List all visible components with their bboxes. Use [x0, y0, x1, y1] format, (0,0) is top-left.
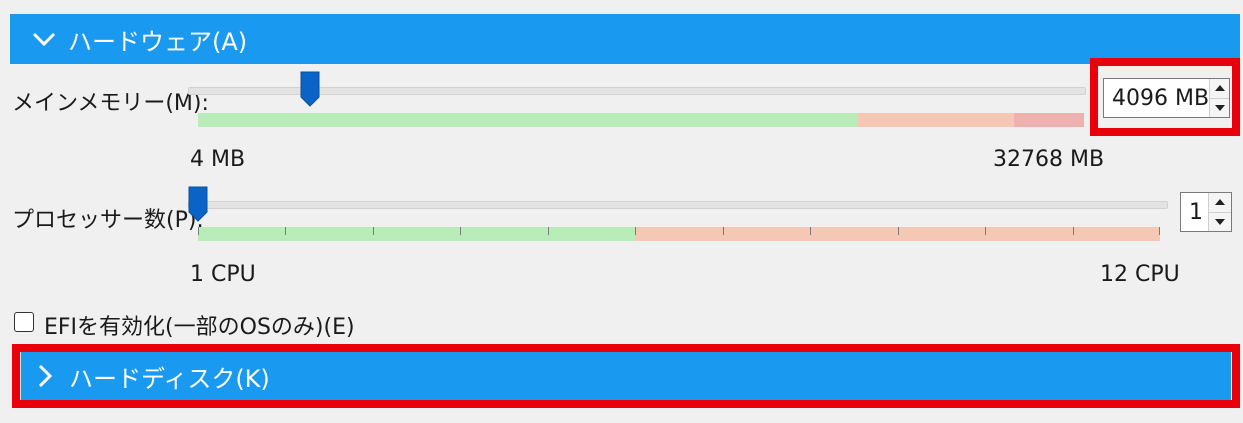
- memory-highlight-box: [1090, 58, 1240, 136]
- processors-value[interactable]: 1: [1181, 200, 1208, 225]
- processors-label: プロセッサー数(P):: [12, 208, 204, 233]
- memory-min-label: 4 MB: [190, 147, 246, 172]
- efi-label[interactable]: EFIを有効化(一部のOSのみ)(E): [44, 309, 355, 341]
- spin-up-icon: [1215, 199, 1225, 206]
- processors-spinbox[interactable]: 1: [1180, 192, 1232, 232]
- spin-down-icon: [1215, 218, 1225, 225]
- processors-scale-ticks: [198, 227, 1160, 237]
- hardware-section-header[interactable]: ハードウェア(A): [10, 14, 1240, 64]
- memory-max-label: 32768 MB: [993, 147, 1105, 172]
- processors-min-label: 1 CPU: [190, 262, 256, 287]
- efi-checkbox[interactable]: [14, 312, 34, 332]
- hardware-section-label: ハードウェア(A): [68, 27, 248, 56]
- hard-disk-highlight-box: [12, 344, 1240, 408]
- memory-scale-orange: [858, 113, 1014, 127]
- processors-slider-thumb[interactable]: [188, 186, 208, 222]
- processors-slider-track[interactable]: [188, 201, 1168, 209]
- memory-slider-track[interactable]: [188, 87, 1086, 95]
- memory-slider-thumb[interactable]: [300, 71, 320, 107]
- memory-scale-bar: [198, 113, 1084, 127]
- chevron-down-icon: [30, 25, 58, 53]
- processors-spin-down-button[interactable]: [1209, 211, 1231, 231]
- memory-scale-green: [198, 113, 858, 127]
- memory-scale-red: [1014, 113, 1084, 127]
- processors-max-label: 12 CPU: [1100, 262, 1180, 287]
- processors-spin-up-button[interactable]: [1209, 193, 1231, 212]
- memory-label: メインメモリー(M):: [12, 91, 209, 116]
